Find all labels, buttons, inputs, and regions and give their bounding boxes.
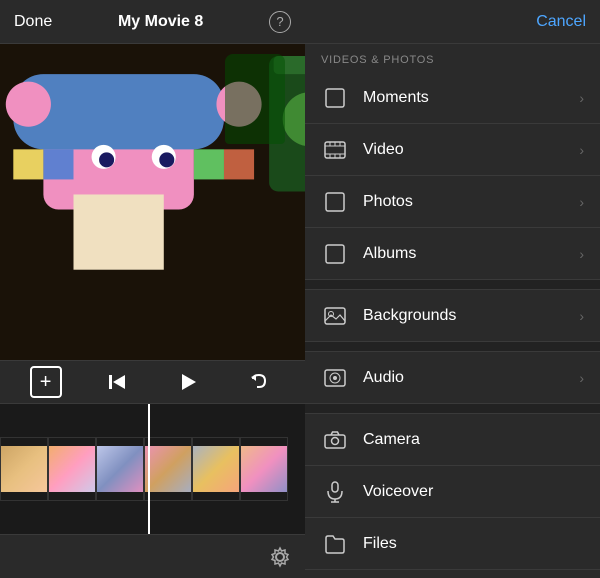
menu-item-audio[interactable]: Audio › xyxy=(305,352,600,404)
photos-icon xyxy=(321,188,349,216)
backgrounds-icon-svg xyxy=(324,305,346,327)
movie-title: My Movie 8 xyxy=(118,13,203,31)
top-bar: Done My Movie 8 ? xyxy=(0,0,305,44)
video-chevron: › xyxy=(579,142,584,158)
menu-item-photos[interactable]: Photos › xyxy=(305,176,600,228)
help-button[interactable]: ? xyxy=(269,11,291,33)
right-panel: Cancel VIDEOS & PHOTOS Moments › xyxy=(305,0,600,578)
voiceover-label: Voiceover xyxy=(363,483,584,501)
divider2 xyxy=(305,342,600,352)
files-icon-svg xyxy=(324,533,346,555)
cancel-button[interactable]: Cancel xyxy=(536,13,586,31)
film-frame xyxy=(96,437,144,501)
preview-area xyxy=(0,44,305,360)
film-frame xyxy=(48,437,96,501)
timeline-track xyxy=(0,437,305,501)
play-button[interactable] xyxy=(172,366,204,398)
skip-back-button[interactable] xyxy=(101,366,133,398)
photos-chevron: › xyxy=(579,194,584,210)
moments-icon-svg xyxy=(324,87,346,109)
gear-icon xyxy=(269,546,291,568)
albums-label: Albums xyxy=(363,245,579,263)
albums-icon xyxy=(321,240,349,268)
moments-label: Moments xyxy=(363,89,579,107)
menu-item-video[interactable]: Video › xyxy=(305,124,600,176)
add-media-button[interactable]: + xyxy=(30,366,62,398)
voiceover-icon xyxy=(321,478,349,506)
audio-icon xyxy=(321,364,349,392)
files-icon xyxy=(321,530,349,558)
files-label: Files xyxy=(363,535,584,553)
menu-item-voiceover[interactable]: Voiceover xyxy=(305,466,600,518)
menu-list: VIDEOS & PHOTOS Moments › xyxy=(305,44,600,578)
undo-button[interactable] xyxy=(243,366,275,398)
settings-button[interactable] xyxy=(269,546,291,568)
camera-icon-svg xyxy=(324,429,346,451)
film-frame xyxy=(192,437,240,501)
undo-icon xyxy=(248,371,270,393)
plus-icon: + xyxy=(40,371,52,394)
divider xyxy=(305,280,600,290)
albums-icon-svg xyxy=(324,243,346,265)
play-icon xyxy=(177,371,199,393)
film-frame xyxy=(0,437,48,501)
film-frames xyxy=(0,437,288,501)
audio-icon-svg xyxy=(324,367,346,389)
help-icon: ? xyxy=(276,14,283,29)
menu-item-files[interactable]: Files xyxy=(305,518,600,570)
video-icon xyxy=(321,136,349,164)
albums-chevron: › xyxy=(579,246,584,262)
skip-back-icon xyxy=(106,371,128,393)
menu-item-camera[interactable]: Camera xyxy=(305,414,600,466)
film-frame xyxy=(240,437,288,501)
done-button[interactable]: Done xyxy=(14,13,52,31)
menu-item-backgrounds[interactable]: Backgrounds › xyxy=(305,290,600,342)
left-panel: Done My Movie 8 ? xyxy=(0,0,305,578)
backgrounds-chevron: › xyxy=(579,308,584,324)
backgrounds-icon xyxy=(321,302,349,330)
playhead xyxy=(148,404,150,534)
menu-item-albums[interactable]: Albums › xyxy=(305,228,600,280)
video-label: Video xyxy=(363,141,579,159)
moments-chevron: › xyxy=(579,90,584,106)
video-icon-svg xyxy=(324,139,346,161)
camera-icon xyxy=(321,426,349,454)
preview-image xyxy=(0,44,305,360)
camera-label: Camera xyxy=(363,431,584,449)
audio-chevron: › xyxy=(579,370,584,386)
preview-content xyxy=(0,44,305,360)
menu-item-moments[interactable]: Moments › xyxy=(305,72,600,124)
moments-icon xyxy=(321,84,349,112)
divider3 xyxy=(305,404,600,414)
photos-icon-svg xyxy=(324,191,346,213)
voiceover-icon-svg xyxy=(324,481,346,503)
bottom-bar xyxy=(0,534,305,578)
controls-bar: + xyxy=(0,360,305,404)
photos-label: Photos xyxy=(363,193,579,211)
section-label-videos-photos: VIDEOS & PHOTOS xyxy=(305,44,600,72)
backgrounds-label: Backgrounds xyxy=(363,307,579,325)
film-frame xyxy=(144,437,192,501)
audio-label: Audio xyxy=(363,369,579,387)
timeline-area[interactable] xyxy=(0,404,305,534)
right-top-bar: Cancel xyxy=(305,0,600,44)
